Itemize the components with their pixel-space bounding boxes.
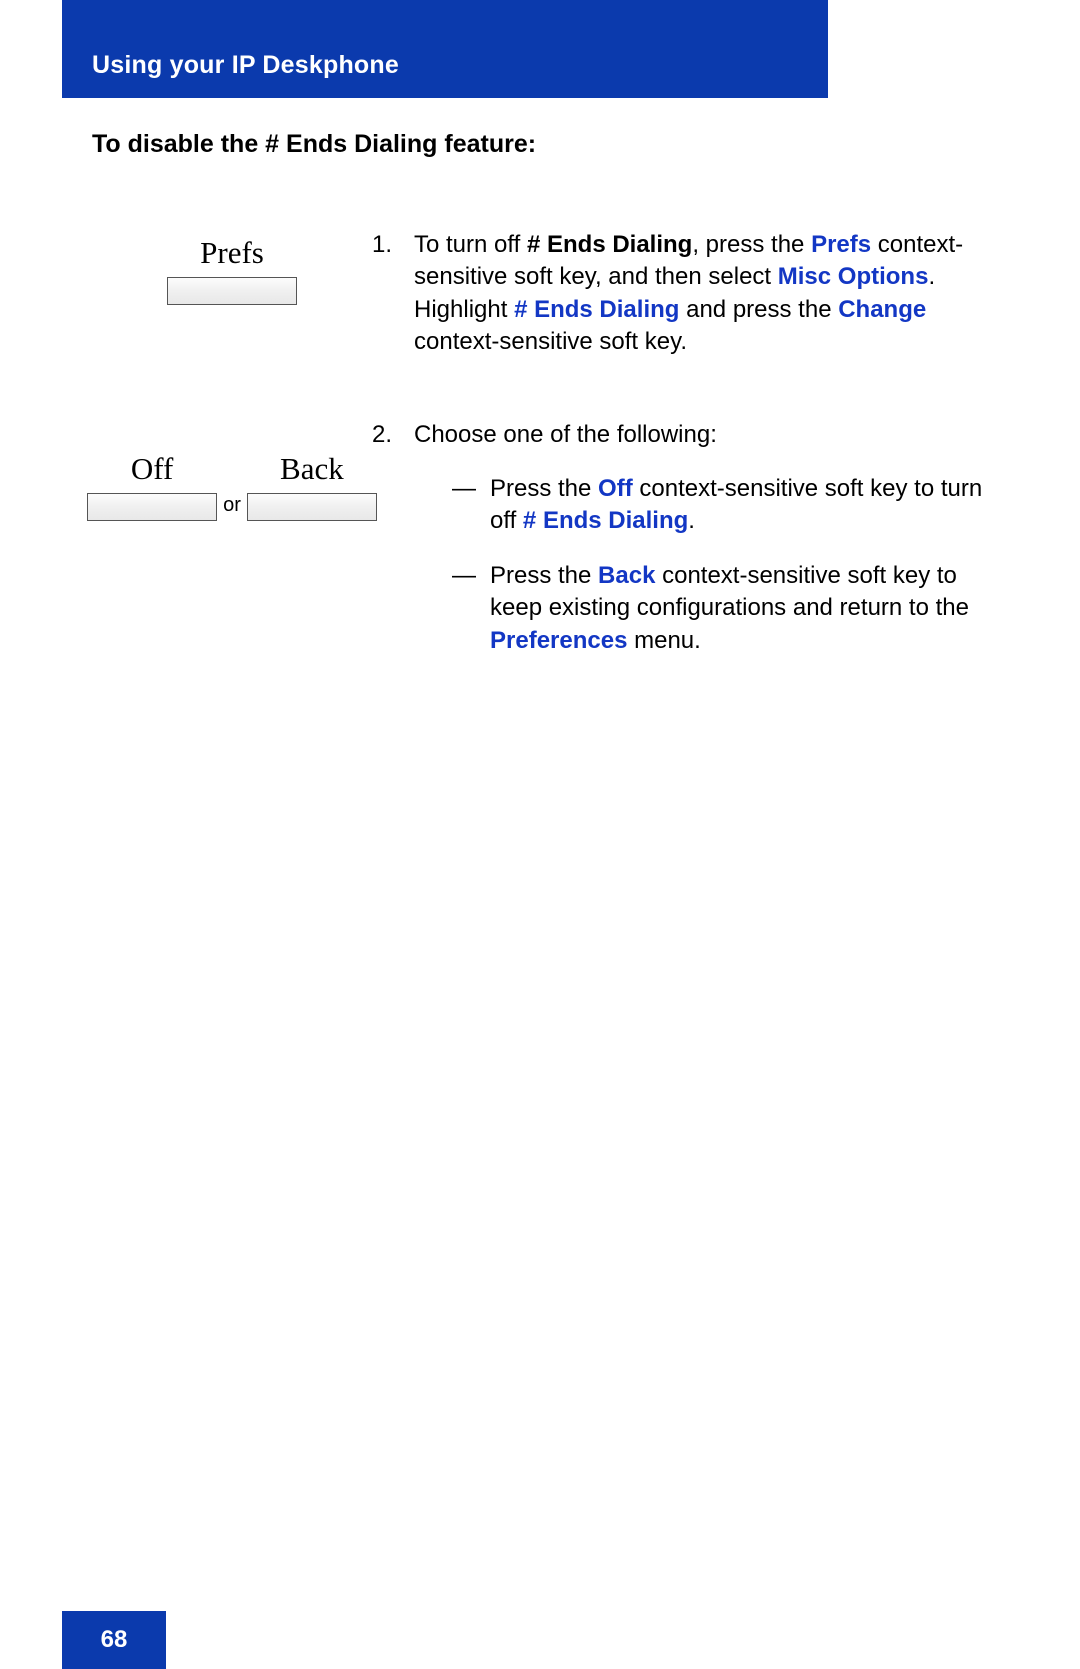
- softkey-visual-prefs: Prefs: [92, 229, 372, 305]
- sub-list: — Press the Off context-sensitive soft k…: [414, 473, 984, 657]
- section-subtitle: To disable the # Ends Dialing feature:: [92, 130, 984, 159]
- chapter-title: Using your IP Deskphone: [92, 51, 399, 80]
- step-number: 2.: [372, 419, 394, 679]
- step-body: To turn off # Ends Dialing, press the Pr…: [414, 229, 984, 359]
- step-1-text: 1. To turn off # Ends Dialing, press the…: [372, 229, 984, 359]
- softkey-button-icon: [87, 493, 217, 521]
- sub-item: — Press the Off context-sensitive soft k…: [452, 473, 984, 538]
- step-2-text: 2. Choose one of the following: — Press …: [372, 419, 984, 679]
- step-row-1: Prefs 1. To turn off # Ends Dialing, pre…: [92, 229, 984, 359]
- sub-item-text: Press the Off context-sensitive soft key…: [490, 473, 984, 538]
- sub-item-text: Press the Back context-sensitive soft ke…: [490, 560, 984, 657]
- or-separator: or: [223, 494, 241, 517]
- page-number-badge: 68: [62, 1611, 166, 1669]
- step-body: Choose one of the following: — Press the…: [414, 419, 984, 679]
- softkey-label-back: Back: [280, 451, 344, 487]
- softkey-label-prefs: Prefs: [200, 235, 264, 271]
- dash-bullet: —: [452, 560, 476, 657]
- page-number: 68: [101, 1626, 128, 1654]
- page-content: To disable the # Ends Dialing feature: P…: [92, 130, 984, 739]
- softkey-button-icon: [167, 277, 297, 305]
- step-number: 1.: [372, 229, 394, 359]
- softkey-visual-off-back: Off or Back: [92, 419, 372, 521]
- sub-item: — Press the Back context-sensitive soft …: [452, 560, 984, 657]
- softkey-button-icon: [247, 493, 377, 521]
- chapter-header: Using your IP Deskphone: [62, 0, 828, 98]
- dash-bullet: —: [452, 473, 476, 538]
- step-row-2: Off or Back 2. Choose one of the followi…: [92, 419, 984, 679]
- softkey-label-off: Off: [131, 451, 173, 487]
